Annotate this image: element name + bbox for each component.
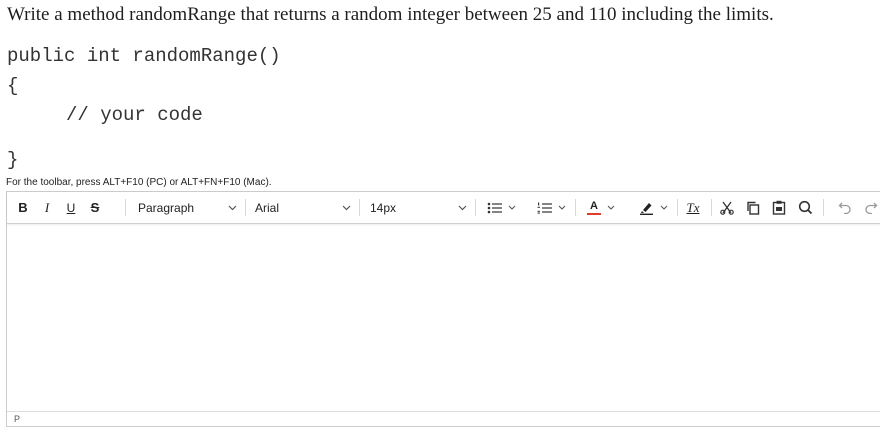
italic-button[interactable]: I (37, 192, 57, 223)
question-text: Write a method randomRange that returns … (7, 4, 774, 25)
chevron-down-icon (458, 205, 467, 210)
block-format-select[interactable]: Paragraph (129, 192, 241, 223)
toolbar-separator (677, 199, 678, 216)
redo-button[interactable] (859, 192, 880, 223)
code-open-brace: { (7, 75, 19, 97)
search-button[interactable] (793, 192, 817, 223)
underline-button[interactable]: U (61, 192, 81, 223)
chevron-down-icon (228, 205, 237, 210)
toolbar-separator (359, 199, 360, 216)
copy-button[interactable] (741, 192, 765, 223)
code-comment: // your code (66, 104, 203, 126)
toolbar-separator (245, 199, 246, 216)
editor-toolbar: B I U S Paragraph Arial 14px A Tx (7, 192, 880, 224)
search-icon (798, 200, 812, 215)
highlighter-icon (639, 202, 653, 215)
numbered-list-button[interactable] (531, 192, 571, 223)
editor-statusbar: P (7, 411, 880, 426)
text-color-button[interactable]: A (581, 192, 621, 223)
bold-button[interactable]: B (13, 192, 33, 223)
editor-content-area[interactable] (7, 223, 880, 411)
rich-text-editor: B I U S Paragraph Arial 14px A Tx P (6, 191, 880, 427)
undo-icon (838, 202, 851, 214)
numbered-list-icon (537, 202, 552, 214)
bold-icon: B (18, 200, 28, 215)
paste-button[interactable] (767, 192, 791, 223)
bullet-list-icon (487, 202, 502, 213)
toolbar-separator (711, 199, 712, 216)
font-size-select[interactable]: 14px (361, 192, 471, 223)
font-family-label: Arial (255, 200, 280, 215)
code-close-brace: } (7, 149, 19, 171)
toolbar-separator (475, 199, 476, 216)
clear-formatting-button[interactable]: Tx (681, 192, 705, 223)
block-format-label: Paragraph (138, 200, 195, 215)
cut-button[interactable] (715, 192, 739, 223)
italic-icon: I (44, 199, 50, 215)
text-color-icon: A (587, 199, 601, 215)
font-family-select[interactable]: Arial (247, 192, 355, 223)
font-size-label: 14px (370, 200, 397, 215)
text-color-letter: A (590, 199, 598, 212)
redo-icon (865, 202, 878, 214)
toolbar-separator (125, 199, 126, 216)
toolbar-separator (575, 199, 576, 216)
clear-formatting-icon: Tx (686, 199, 700, 215)
chevron-down-icon (342, 205, 351, 210)
toolbar-separator (823, 199, 824, 216)
element-path[interactable]: P (14, 414, 20, 424)
chevron-down-icon (607, 205, 615, 210)
highlight-color-button[interactable] (633, 192, 673, 223)
code-signature: public int randomRange() (7, 45, 281, 67)
clipboard-icon (772, 200, 786, 215)
chevron-down-icon (508, 205, 515, 210)
chevron-down-icon (660, 205, 667, 210)
strikethrough-icon: S (90, 200, 100, 215)
toolbar-hint: For the toolbar, press ALT+F10 (PC) or A… (6, 177, 272, 188)
underline-icon: U (66, 200, 76, 215)
strikethrough-button[interactable]: S (85, 192, 105, 223)
copy-icon (747, 201, 760, 215)
scissors-icon (720, 201, 734, 215)
bullet-list-button[interactable] (481, 192, 521, 223)
text-color-swatch (587, 212, 601, 215)
undo-button[interactable] (833, 192, 857, 223)
chevron-down-icon (558, 205, 565, 210)
